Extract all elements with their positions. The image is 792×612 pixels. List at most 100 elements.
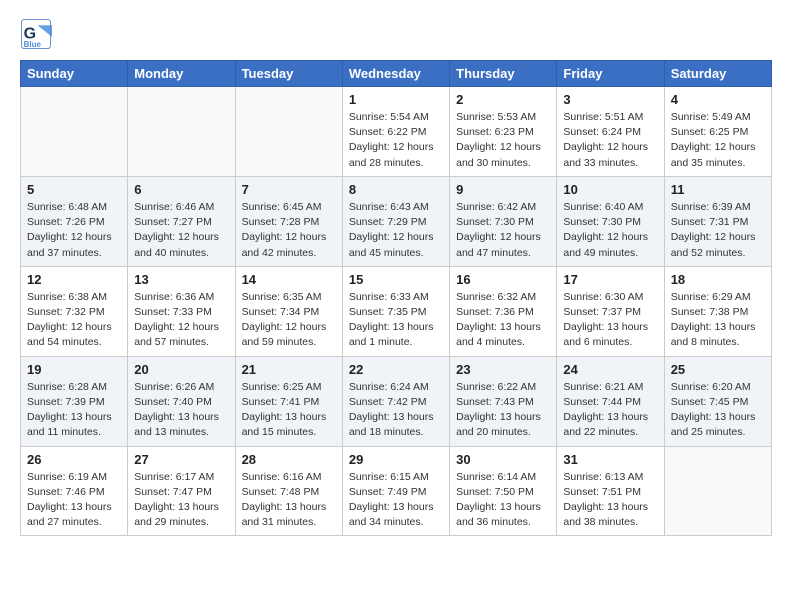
day-info: Sunrise: 6:39 AM Sunset: 7:31 PM Dayligh… — [671, 200, 765, 261]
calendar-cell: 21 Sunrise: 6:25 AM Sunset: 7:41 PM Dayli… — [235, 356, 342, 446]
day-number: 8 — [349, 182, 443, 197]
day-number: 6 — [134, 182, 228, 197]
day-info: Sunrise: 6:40 AM Sunset: 7:30 PM Dayligh… — [563, 200, 657, 261]
day-number: 7 — [242, 182, 336, 197]
calendar-cell: 28 Sunrise: 6:16 AM Sunset: 7:48 PM Dayli… — [235, 446, 342, 536]
day-info: Sunrise: 5:49 AM Sunset: 6:25 PM Dayligh… — [671, 110, 765, 171]
logo-icon: G Blue — [20, 18, 52, 50]
day-info: Sunrise: 6:38 AM Sunset: 7:32 PM Dayligh… — [27, 290, 121, 351]
calendar-cell: 10 Sunrise: 6:40 AM Sunset: 7:30 PM Dayli… — [557, 176, 664, 266]
page: G Blue SundayMondayTuesdayWednesdayThurs… — [0, 0, 792, 554]
calendar-cell — [235, 87, 342, 177]
calendar-cell: 2 Sunrise: 5:53 AM Sunset: 6:23 PM Daylig… — [450, 87, 557, 177]
calendar-week-5: 26 Sunrise: 6:19 AM Sunset: 7:46 PM Dayli… — [21, 446, 772, 536]
day-number: 26 — [27, 452, 121, 467]
calendar-cell — [664, 446, 771, 536]
calendar-cell: 6 Sunrise: 6:46 AM Sunset: 7:27 PM Daylig… — [128, 176, 235, 266]
calendar-cell: 29Sunrise: 6:15 AM Sunset: 7:49 PM Dayli… — [342, 446, 449, 536]
day-info: Sunrise: 6:13 AM Sunset: 7:51 PM Dayligh… — [563, 470, 657, 531]
day-info: Sunrise: 6:15 AM Sunset: 7:49 PM Dayligh… — [349, 470, 443, 531]
calendar-table: SundayMondayTuesdayWednesdayThursdayFrid… — [20, 60, 772, 536]
calendar-week-2: 5 Sunrise: 6:48 AM Sunset: 7:26 PM Daylig… — [21, 176, 772, 266]
day-number: 9 — [456, 182, 550, 197]
calendar-cell: 20 Sunrise: 6:26 AM Sunset: 7:40 PM Dayli… — [128, 356, 235, 446]
day-info: Sunrise: 6:28 AM Sunset: 7:39 PM Dayligh… — [27, 380, 121, 441]
calendar-cell: 26 Sunrise: 6:19 AM Sunset: 7:46 PM Dayli… — [21, 446, 128, 536]
day-info: Sunrise: 6:48 AM Sunset: 7:26 PM Dayligh… — [27, 200, 121, 261]
day-number: 10 — [563, 182, 657, 197]
calendar-week-1: 1Sunrise: 5:54 AM Sunset: 6:22 PM Daylig… — [21, 87, 772, 177]
weekday-header-row: SundayMondayTuesdayWednesdayThursdayFrid… — [21, 61, 772, 87]
calendar-cell: 30 Sunrise: 6:14 AM Sunset: 7:50 PM Dayli… — [450, 446, 557, 536]
day-info: Sunrise: 6:29 AM Sunset: 7:38 PM Dayligh… — [671, 290, 765, 351]
day-number: 18 — [671, 272, 765, 287]
calendar-cell: 16 Sunrise: 6:32 AM Sunset: 7:36 PM Dayli… — [450, 266, 557, 356]
calendar-cell: 8Sunrise: 6:43 AM Sunset: 7:29 PM Daylig… — [342, 176, 449, 266]
day-number: 4 — [671, 92, 765, 107]
day-info: Sunrise: 5:51 AM Sunset: 6:24 PM Dayligh… — [563, 110, 657, 171]
calendar-cell: 19 Sunrise: 6:28 AM Sunset: 7:39 PM Dayli… — [21, 356, 128, 446]
calendar-cell: 12 Sunrise: 6:38 AM Sunset: 7:32 PM Dayli… — [21, 266, 128, 356]
calendar-cell: 7Sunrise: 6:45 AM Sunset: 7:28 PM Daylig… — [235, 176, 342, 266]
day-info: Sunrise: 5:53 AM Sunset: 6:23 PM Dayligh… — [456, 110, 550, 171]
logo: G Blue — [20, 18, 56, 50]
calendar-cell: 27Sunrise: 6:17 AM Sunset: 7:47 PM Dayli… — [128, 446, 235, 536]
calendar-cell: 22 Sunrise: 6:24 AM Sunset: 7:42 PM Dayli… — [342, 356, 449, 446]
header: G Blue — [20, 18, 772, 50]
weekday-header-monday: Monday — [128, 61, 235, 87]
day-number: 25 — [671, 362, 765, 377]
calendar-cell: 15 Sunrise: 6:33 AM Sunset: 7:35 PM Dayli… — [342, 266, 449, 356]
day-number: 12 — [27, 272, 121, 287]
weekday-header-saturday: Saturday — [664, 61, 771, 87]
weekday-header-wednesday: Wednesday — [342, 61, 449, 87]
day-info: Sunrise: 6:14 AM Sunset: 7:50 PM Dayligh… — [456, 470, 550, 531]
day-info: Sunrise: 6:25 AM Sunset: 7:41 PM Dayligh… — [242, 380, 336, 441]
day-number: 19 — [27, 362, 121, 377]
calendar-cell — [128, 87, 235, 177]
day-info: Sunrise: 6:20 AM Sunset: 7:45 PM Dayligh… — [671, 380, 765, 441]
day-info: Sunrise: 6:46 AM Sunset: 7:27 PM Dayligh… — [134, 200, 228, 261]
day-number: 16 — [456, 272, 550, 287]
day-number: 31 — [563, 452, 657, 467]
day-info: Sunrise: 6:16 AM Sunset: 7:48 PM Dayligh… — [242, 470, 336, 531]
day-number: 1 — [349, 92, 443, 107]
day-number: 11 — [671, 182, 765, 197]
calendar-cell: 9 Sunrise: 6:42 AM Sunset: 7:30 PM Daylig… — [450, 176, 557, 266]
day-number: 13 — [134, 272, 228, 287]
day-number: 17 — [563, 272, 657, 287]
day-number: 21 — [242, 362, 336, 377]
day-number: 23 — [456, 362, 550, 377]
day-number: 3 — [563, 92, 657, 107]
calendar-cell: 5 Sunrise: 6:48 AM Sunset: 7:26 PM Daylig… — [21, 176, 128, 266]
day-number: 5 — [27, 182, 121, 197]
calendar-cell: 17 Sunrise: 6:30 AM Sunset: 7:37 PM Dayli… — [557, 266, 664, 356]
day-number: 28 — [242, 452, 336, 467]
calendar-cell: 25 Sunrise: 6:20 AM Sunset: 7:45 PM Dayli… — [664, 356, 771, 446]
calendar-cell: 18 Sunrise: 6:29 AM Sunset: 7:38 PM Dayli… — [664, 266, 771, 356]
day-number: 14 — [242, 272, 336, 287]
day-info: Sunrise: 6:33 AM Sunset: 7:35 PM Dayligh… — [349, 290, 443, 351]
day-info: Sunrise: 6:30 AM Sunset: 7:37 PM Dayligh… — [563, 290, 657, 351]
day-number: 27 — [134, 452, 228, 467]
calendar-cell: 14Sunrise: 6:35 AM Sunset: 7:34 PM Dayli… — [235, 266, 342, 356]
day-number: 24 — [563, 362, 657, 377]
calendar-cell — [21, 87, 128, 177]
day-info: Sunrise: 6:19 AM Sunset: 7:46 PM Dayligh… — [27, 470, 121, 531]
day-number: 30 — [456, 452, 550, 467]
day-number: 15 — [349, 272, 443, 287]
day-info: Sunrise: 6:26 AM Sunset: 7:40 PM Dayligh… — [134, 380, 228, 441]
day-info: Sunrise: 6:21 AM Sunset: 7:44 PM Dayligh… — [563, 380, 657, 441]
weekday-header-thursday: Thursday — [450, 61, 557, 87]
weekday-header-sunday: Sunday — [21, 61, 128, 87]
calendar-cell: 11 Sunrise: 6:39 AM Sunset: 7:31 PM Dayli… — [664, 176, 771, 266]
calendar-cell: 23Sunrise: 6:22 AM Sunset: 7:43 PM Dayli… — [450, 356, 557, 446]
calendar-cell: 3 Sunrise: 5:51 AM Sunset: 6:24 PM Daylig… — [557, 87, 664, 177]
day-info: Sunrise: 6:24 AM Sunset: 7:42 PM Dayligh… — [349, 380, 443, 441]
day-info: Sunrise: 6:32 AM Sunset: 7:36 PM Dayligh… — [456, 290, 550, 351]
weekday-header-friday: Friday — [557, 61, 664, 87]
calendar-week-3: 12 Sunrise: 6:38 AM Sunset: 7:32 PM Dayli… — [21, 266, 772, 356]
day-info: Sunrise: 6:42 AM Sunset: 7:30 PM Dayligh… — [456, 200, 550, 261]
day-number: 2 — [456, 92, 550, 107]
day-number: 22 — [349, 362, 443, 377]
day-number: 20 — [134, 362, 228, 377]
